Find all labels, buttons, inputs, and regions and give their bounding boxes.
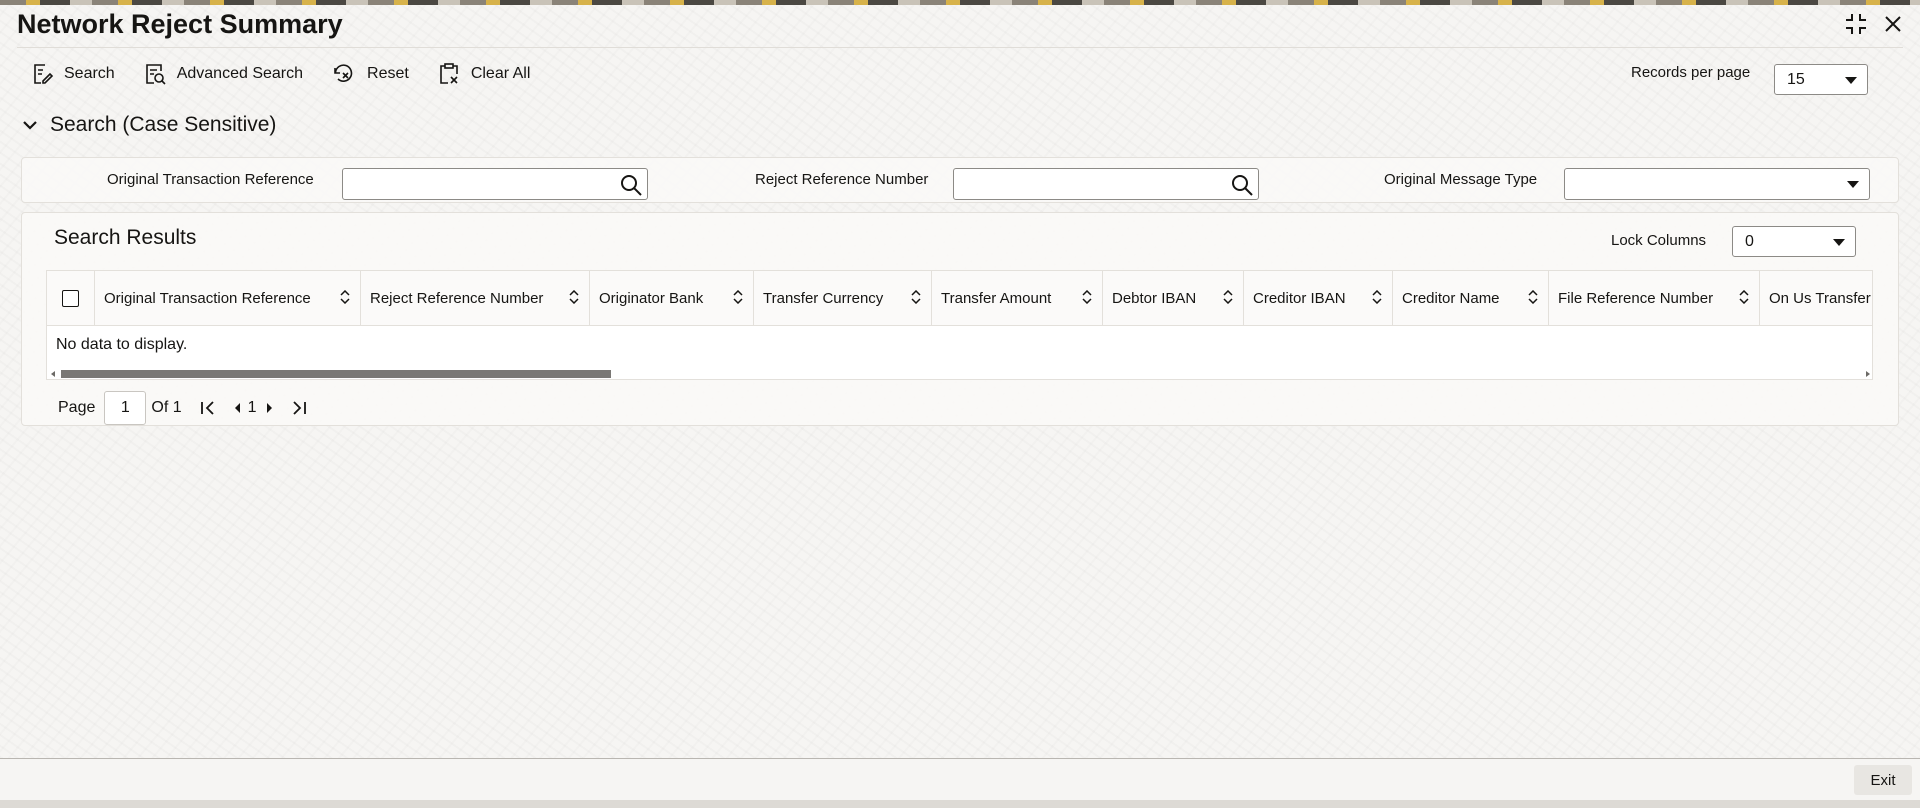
records-per-page-value: 15 xyxy=(1787,70,1805,88)
lock-columns-select[interactable]: 0 xyxy=(1732,226,1856,257)
clipboard-clear-icon xyxy=(437,62,461,86)
column-header-label: Creditor Name xyxy=(1402,290,1500,307)
first-page-icon[interactable] xyxy=(200,400,216,416)
minimize-icon[interactable] xyxy=(1844,12,1868,36)
page-link[interactable]: 1 xyxy=(248,399,257,417)
column-header-label: Originator Bank xyxy=(599,290,704,307)
page-number-input[interactable]: 1 xyxy=(104,391,147,425)
reject-reference-number-input[interactable] xyxy=(953,168,1259,200)
chevron-down-icon xyxy=(1847,181,1859,188)
chevron-down-icon xyxy=(1845,76,1857,84)
title-divider xyxy=(17,47,1903,48)
sort-icon xyxy=(733,289,743,308)
records-per-page-select[interactable]: 15 xyxy=(1774,64,1868,95)
footer-bar: Exit xyxy=(0,758,1920,800)
select-all-cell xyxy=(47,271,95,326)
column-header[interactable]: Original Transaction Reference xyxy=(95,271,361,326)
last-page-icon[interactable] xyxy=(291,400,307,416)
column-header-label: Original Transaction Reference xyxy=(104,290,311,307)
sort-icon xyxy=(1739,289,1749,308)
column-header-label: Creditor IBAN xyxy=(1253,290,1346,307)
pagination: Page 1 Of 1 1 xyxy=(58,391,307,425)
sort-icon xyxy=(1528,289,1538,308)
advanced-search-icon xyxy=(143,62,167,86)
close-icon[interactable] xyxy=(1884,15,1902,33)
column-header[interactable]: File Reference Number xyxy=(1549,271,1760,326)
reset-button-label: Reset xyxy=(367,65,409,82)
search-section-title: Search (Case Sensitive) xyxy=(50,113,277,136)
column-header[interactable]: Reject Reference Number xyxy=(361,271,590,326)
column-header[interactable]: Transfer Amount xyxy=(932,271,1103,326)
page-label: Page xyxy=(58,399,96,416)
column-header-label: Reject Reference Number xyxy=(370,290,544,307)
bottom-strip xyxy=(0,800,1920,808)
column-header[interactable]: Originator Bank xyxy=(590,271,754,326)
horizontal-scrollbar[interactable] xyxy=(47,367,1872,379)
search-section-toggle[interactable]: Search (Case Sensitive) xyxy=(22,113,276,137)
original-transaction-reference-input[interactable] xyxy=(342,168,648,200)
search-button-label: Search xyxy=(64,65,115,82)
sort-icon xyxy=(1372,289,1382,308)
table-header-row: Original Transaction Reference Reject Re… xyxy=(47,271,1872,326)
toolbar: Search Advanced Search Reset Clear All xyxy=(30,62,558,86)
sort-icon xyxy=(1223,289,1233,308)
sort-icon xyxy=(569,289,579,308)
chevron-down-icon xyxy=(22,113,38,137)
search-doc-icon xyxy=(30,62,54,86)
column-header[interactable]: Debtor IBAN xyxy=(1103,271,1244,326)
clear-all-button[interactable]: Clear All xyxy=(437,62,531,86)
chevron-down-icon xyxy=(1833,238,1845,246)
scroll-right-icon[interactable] xyxy=(1866,371,1870,377)
reset-icon xyxy=(331,62,357,86)
original-message-type-select[interactable] xyxy=(1564,168,1870,200)
page-title: Network Reject Summary xyxy=(17,9,343,39)
column-header[interactable]: Creditor IBAN xyxy=(1244,271,1393,326)
column-header[interactable]: Creditor Name xyxy=(1393,271,1549,326)
sort-icon xyxy=(340,289,350,308)
scroll-left-icon[interactable] xyxy=(51,371,55,377)
scrollbar-thumb[interactable] xyxy=(61,370,611,378)
column-header[interactable]: Transfer Currency xyxy=(754,271,932,326)
search-button[interactable]: Search xyxy=(30,62,115,86)
reset-button[interactable]: Reset xyxy=(331,62,409,86)
lock-columns-label: Lock Columns xyxy=(1611,232,1707,249)
advanced-search-button[interactable]: Advanced Search xyxy=(143,62,303,86)
original-message-type-label: Original Message Type xyxy=(1384,171,1538,188)
column-header-label: On Us Transfer xyxy=(1769,290,1871,307)
reject-reference-number-label: Reject Reference Number xyxy=(755,171,929,188)
clear-all-button-label: Clear All xyxy=(470,65,531,82)
column-header[interactable]: On Us Transfer xyxy=(1760,271,1872,326)
empty-table-message: No data to display. xyxy=(56,336,188,353)
column-header-label: Transfer Amount xyxy=(941,290,1052,307)
column-header-label: Transfer Currency xyxy=(763,290,884,307)
results-table: Original Transaction Reference Reject Re… xyxy=(46,270,1873,380)
records-per-page-label: Records per page xyxy=(1631,64,1751,81)
sort-icon xyxy=(1082,289,1092,308)
page-total-label: Of 1 xyxy=(151,399,182,416)
search-results-title: Search Results xyxy=(54,226,197,249)
previous-page-icon[interactable] xyxy=(232,401,242,415)
exit-button[interactable]: Exit xyxy=(1854,765,1912,795)
sort-icon xyxy=(911,289,921,308)
select-all-checkbox[interactable] xyxy=(62,290,79,307)
advanced-search-button-label: Advanced Search xyxy=(176,65,304,82)
column-header-label: Debtor IBAN xyxy=(1112,290,1197,307)
next-page-icon[interactable] xyxy=(265,401,275,415)
column-header-label: File Reference Number xyxy=(1558,290,1714,307)
original-transaction-reference-label: Original Transaction Reference xyxy=(107,171,314,188)
lock-columns-value: 0 xyxy=(1745,232,1754,250)
window-controls xyxy=(1844,12,1902,36)
